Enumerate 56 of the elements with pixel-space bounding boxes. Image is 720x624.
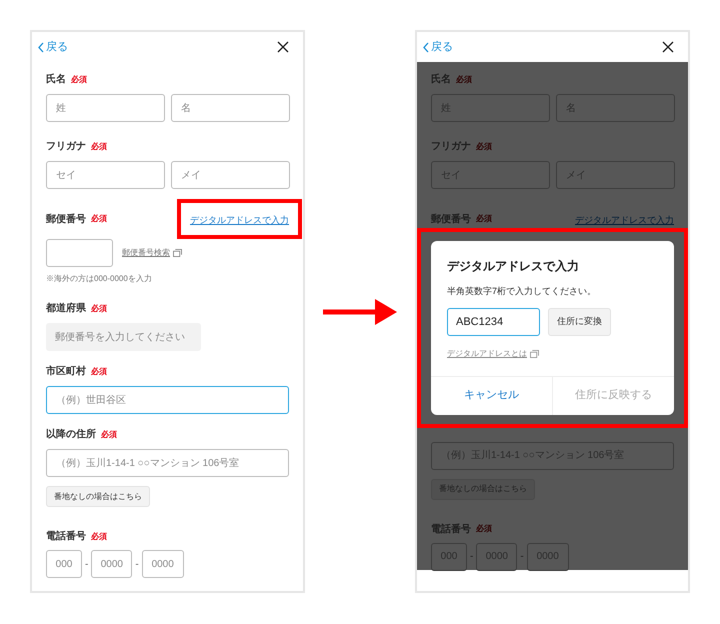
back-link[interactable]: 戻る — [38, 38, 68, 56]
required-label: 必須 — [91, 366, 107, 378]
required-label: 必須 — [101, 428, 117, 440]
required-label: 必須 — [476, 140, 492, 152]
chevron-left-icon — [423, 42, 429, 52]
help-link[interactable]: デジタルアドレスとは — [447, 348, 527, 360]
input-field[interactable]: （例）玉川1-14-1 ○○マンション 106号室 — [46, 449, 289, 477]
digital-address-field[interactable]: ABC1234 — [447, 308, 540, 336]
field-label: 郵便番号 — [431, 212, 471, 226]
digital-address-link[interactable]: デジタルアドレスで入力 — [575, 215, 674, 225]
cancel-button[interactable]: キャンセル — [431, 376, 553, 414]
field-label: 以降の住所 — [46, 428, 96, 442]
required-label: 必須 — [476, 523, 492, 535]
field-label: 氏名 — [46, 72, 66, 87]
required-label: 必須 — [476, 213, 492, 225]
separator-text: - — [470, 550, 474, 564]
dialog-title: デジタルアドレスで入力 — [447, 258, 580, 275]
input-field[interactable]: 000 — [46, 550, 82, 578]
input-field[interactable]: 0000 — [91, 550, 132, 578]
field-label: 市区町村 — [46, 364, 86, 379]
external-window-icon — [173, 249, 182, 257]
note-text: ※海外の方は000-0000を入力 — [46, 273, 152, 285]
close-icon — [277, 41, 289, 53]
postal-search-link[interactable]: 郵便番号検索 — [122, 247, 170, 259]
separator-text: - — [520, 550, 524, 564]
field-label: 都道府県 — [46, 301, 86, 316]
back-link[interactable]: 戻る — [423, 38, 453, 56]
input-field[interactable]: セイ — [46, 161, 165, 189]
external-window-icon — [530, 350, 539, 358]
field-label: 電話番号 — [431, 522, 471, 536]
separator-text: - — [85, 558, 88, 572]
required-label: 必須 — [91, 213, 107, 225]
field-label: 氏名 — [431, 72, 451, 87]
chevron-left-icon — [38, 42, 44, 52]
input-field[interactable]: 名 — [171, 94, 290, 122]
prefecture-select[interactable]: 郵便番号を入力してください — [46, 323, 201, 351]
input-field[interactable] — [46, 239, 113, 267]
separator-text: - — [135, 558, 139, 572]
no-street-number-button[interactable]: 番地なしの場合はこちら — [46, 486, 150, 507]
input-field[interactable]: （例）世田谷区 — [46, 386, 289, 414]
field-label: フリガナ — [46, 140, 86, 154]
field-label: フリガナ — [431, 140, 471, 154]
field-label: 郵便番号 — [46, 212, 86, 226]
required-label: 必須 — [91, 302, 107, 314]
convert-button[interactable]: 住所に変換 — [548, 308, 611, 336]
input-field[interactable]: 0000 — [142, 550, 184, 578]
required-label: 必須 — [91, 140, 107, 152]
field-label: 電話番号 — [46, 530, 86, 544]
required-label: 必須 — [71, 74, 87, 86]
required-label: 必須 — [91, 530, 107, 542]
close-icon — [662, 41, 674, 53]
input-field[interactable]: 姓 — [46, 94, 165, 122]
input-field[interactable]: メイ — [171, 161, 290, 189]
dialog-message: 半角英数字7桁で入力してください。 — [447, 285, 598, 298]
required-label: 必須 — [456, 74, 472, 86]
digital-address-link[interactable]: デジタルアドレスで入力 — [190, 215, 289, 225]
